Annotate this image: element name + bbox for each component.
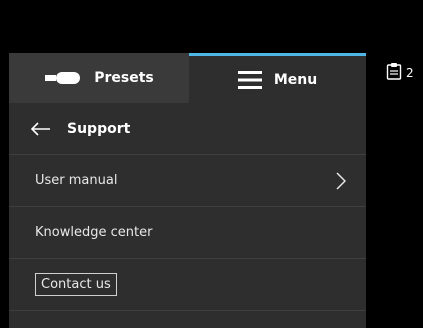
side-panel: Presets Menu Support User manual Knowled… [9,53,366,328]
clipboard-icon [386,62,402,83]
support-header[interactable]: Support [9,103,366,155]
menu-item-knowledge-center[interactable]: Knowledge center [9,207,366,259]
contact-us-button[interactable]: Contact us [35,273,117,296]
tab-menu[interactable]: Menu [189,53,366,103]
back-arrow-icon[interactable] [31,121,51,136]
menu-item-contact-us[interactable]: Contact us [9,259,366,311]
app-screen: Presets Menu Support User manual Knowled… [0,0,423,328]
clipboard-count: 2 [406,65,414,80]
menu-item-label: Knowledge center [35,225,153,240]
clipboard-indicator[interactable]: 2 [386,62,414,83]
probe-icon [44,71,82,85]
menu-item-label: User manual [35,173,118,188]
tab-presets-label: Presets [94,70,154,86]
tab-presets[interactable]: Presets [9,53,189,103]
support-menu: Support User manual Knowledge center Con… [9,103,366,311]
chevron-right-icon [336,171,346,190]
tab-menu-label: Menu [273,71,318,88]
hamburger-icon [237,70,262,89]
support-title: Support [67,120,131,137]
menu-item-user-manual[interactable]: User manual [9,155,366,207]
panel-tabs: Presets Menu [9,53,366,103]
